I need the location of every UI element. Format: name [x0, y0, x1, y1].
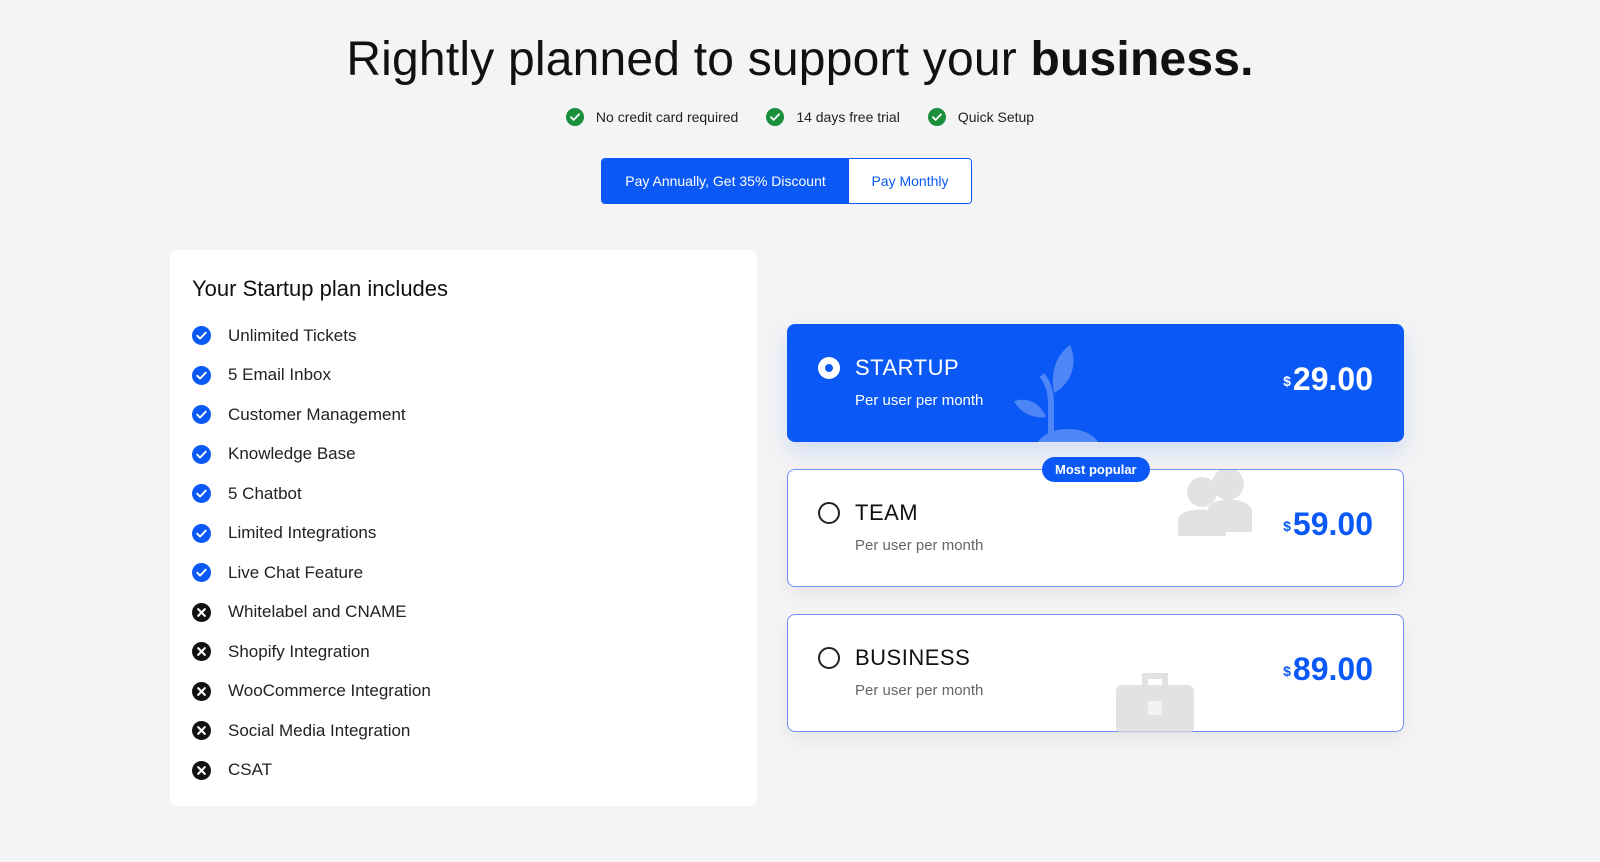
feature-item: 5 Email Inbox — [192, 356, 735, 396]
feature-item: Social Media Integration — [192, 711, 735, 751]
feature-label: WooCommerce Integration — [228, 681, 431, 701]
plan-card-team[interactable]: Most popular TEAM Per user per month $ 5… — [787, 457, 1404, 587]
plan-price: $ 89.00 — [1283, 653, 1373, 685]
feature-label: CSAT — [228, 760, 273, 780]
users-icon — [1178, 470, 1252, 536]
plan-subtitle: Per user per month — [855, 537, 984, 554]
feature-label: 5 Chatbot — [228, 483, 302, 503]
price-amount: 59.00 — [1292, 506, 1373, 542]
page-title-emphasis: business. — [1030, 33, 1254, 86]
perk-label: Quick Setup — [957, 109, 1035, 125]
feature-label: Live Chat Feature — [228, 562, 364, 582]
check-circle-icon — [192, 326, 211, 346]
plan-radio-selected[interactable] — [818, 357, 840, 379]
plans-list: STARTUP Per user per month $ 29.00 Most … — [787, 324, 1404, 759]
price-currency: $ — [1283, 518, 1291, 534]
x-circle-icon — [192, 602, 211, 622]
price-currency: $ — [1283, 663, 1291, 679]
feature-label: Knowledge Base — [228, 444, 356, 464]
feature-label: Shopify Integration — [228, 641, 370, 661]
check-circle-icon — [565, 108, 584, 126]
x-circle-icon — [192, 721, 211, 741]
feature-item: Knowledge Base — [192, 435, 735, 475]
x-circle-icon — [192, 760, 211, 780]
check-circle-icon — [927, 108, 946, 126]
feature-label: 5 Email Inbox — [228, 365, 331, 385]
briefcase-icon — [1116, 673, 1194, 733]
pay-annually-button[interactable]: Pay Annually, Get 35% Discount — [602, 159, 849, 203]
feature-item: Live Chat Feature — [192, 553, 735, 593]
plan-price: $ 59.00 — [1283, 508, 1373, 540]
page-title-prefix: Rightly planned to support your — [346, 33, 1031, 86]
check-circle-icon — [192, 484, 211, 504]
feature-item: CSAT — [192, 751, 735, 791]
check-circle-icon — [766, 108, 785, 126]
check-circle-icon — [192, 365, 211, 385]
perk-free-trial: 14 days free trial — [766, 108, 900, 126]
feature-item: Shopify Integration — [192, 632, 735, 672]
plan-card-business[interactable]: BUSINESS Per user per month $ 89.00 — [787, 614, 1404, 733]
perk-quick-setup: Quick Setup — [927, 108, 1035, 126]
pay-monthly-button[interactable]: Pay Monthly — [849, 159, 971, 203]
features-title: Your Startup plan includes — [192, 276, 449, 301]
feature-item: Unlimited Tickets — [192, 316, 735, 356]
page-title: Rightly planned to support your business… — [0, 32, 1600, 87]
plan-name: STARTUP — [855, 355, 960, 380]
price-amount: 29.00 — [1292, 361, 1373, 397]
plan-name: TEAM — [855, 500, 919, 525]
price-currency: $ — [1283, 373, 1291, 389]
plan-radio[interactable] — [818, 502, 840, 524]
feature-item: Limited Integrations — [192, 514, 735, 554]
feature-label: Limited Integrations — [228, 523, 377, 543]
pricing-page: Rightly planned to support your business… — [0, 0, 1600, 862]
plan-subtitle: Per user per month — [855, 682, 984, 699]
plan-name: BUSINESS — [855, 645, 971, 670]
feature-label: Social Media Integration — [228, 720, 411, 740]
feature-label: Customer Management — [228, 404, 406, 424]
plan-price: $ 29.00 — [1283, 363, 1373, 395]
feature-label: Whitelabel and CNAME — [228, 602, 407, 622]
plan-radio[interactable] — [818, 647, 840, 669]
feature-item: Customer Management — [192, 395, 735, 435]
check-circle-icon — [192, 405, 211, 425]
most-popular-badge: Most popular — [1042, 457, 1150, 482]
billing-toggle: Pay Annually, Get 35% Discount Pay Month… — [601, 158, 972, 204]
plan-features-panel: Your Startup plan includes Unlimited Tic… — [170, 250, 757, 806]
features-list: Unlimited Tickets 5 Email Inbox Customer M… — [192, 316, 735, 790]
feature-item: Whitelabel and CNAME — [192, 593, 735, 633]
feature-item: WooCommerce Integration — [192, 672, 735, 712]
check-circle-icon — [192, 563, 211, 583]
perks-row: No credit card required 14 days free tri… — [0, 108, 1600, 126]
perk-label: No credit card required — [595, 109, 739, 125]
check-circle-icon — [192, 444, 211, 464]
check-circle-icon — [192, 523, 211, 543]
perk-no-credit-card: No credit card required — [565, 108, 739, 126]
perk-label: 14 days free trial — [796, 109, 900, 125]
plan-subtitle: Per user per month — [855, 392, 984, 409]
x-circle-icon — [192, 642, 211, 662]
plant-icon — [1014, 345, 1098, 443]
x-circle-icon — [192, 681, 211, 701]
plan-card-startup[interactable]: STARTUP Per user per month $ 29.00 — [787, 324, 1404, 443]
price-amount: 89.00 — [1292, 651, 1373, 687]
feature-label: Unlimited Tickets — [228, 325, 357, 345]
feature-item: 5 Chatbot — [192, 474, 735, 514]
